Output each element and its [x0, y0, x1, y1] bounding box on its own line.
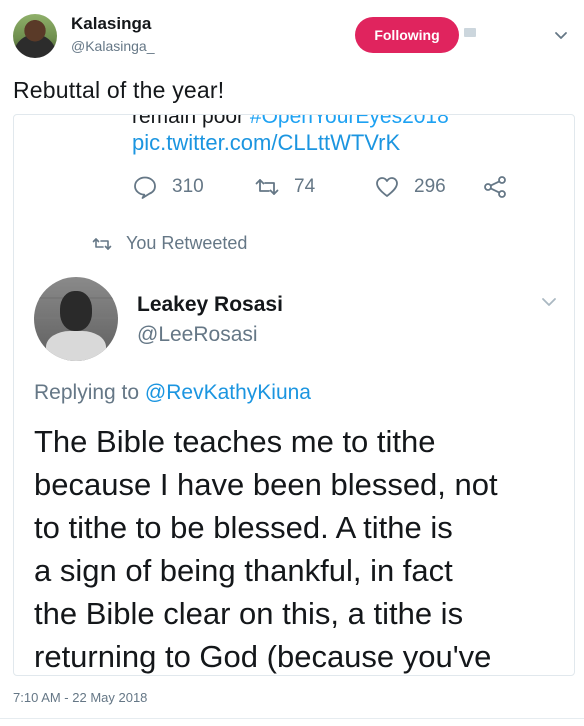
chevron-down-icon[interactable] — [552, 26, 570, 44]
device-icon — [464, 28, 476, 37]
retweet-icon — [255, 179, 279, 195]
retweeted-label: You Retweeted — [126, 233, 248, 253]
quoted-text-line: returning to God (because you've — [34, 639, 492, 674]
cut-off-text-dark: remain poor — [132, 114, 245, 128]
share-action[interactable] — [482, 172, 522, 202]
replying-mention[interactable]: @RevKathyKiuna — [145, 381, 311, 404]
quoted-author-name[interactable]: Leakey Rosasi — [137, 293, 283, 317]
tweet-actions: 310 74 296 — [132, 172, 512, 202]
retweet-action[interactable]: 74 — [254, 172, 315, 202]
reply-count: 310 — [172, 176, 204, 197]
quoted-author-handle[interactable]: @LeeRosasi — [137, 323, 258, 347]
tweet-header: Kalasinga @Kalasinga_ Following — [0, 0, 584, 66]
retweet-count: 74 — [294, 176, 316, 197]
quoted-author-avatar[interactable] — [34, 277, 118, 361]
author-handle[interactable]: @Kalasinga_ — [71, 38, 155, 54]
like-count: 296 — [414, 176, 446, 197]
reply-icon — [134, 176, 156, 199]
quoted-text-line: The Bible teaches me to tithe — [34, 424, 436, 459]
pic-link[interactable]: pic.twitter.com/CLLttWTVrK — [132, 130, 400, 156]
quoted-text-line: a sign of being thankful, in fact — [34, 553, 453, 588]
tweet-text: Rebuttal of the year! — [13, 77, 225, 103]
replying-to: Replying to @RevKathyKiuna — [34, 381, 311, 405]
divider — [0, 718, 584, 719]
retweet-icon — [92, 237, 112, 250]
share-icon — [484, 176, 506, 198]
tweet-timestamp[interactable]: 7:10 AM - 22 May 2018 — [13, 690, 147, 705]
retweeted-indicator: You Retweeted — [92, 233, 247, 254]
quoted-tweet-text: The Bible teaches me to tithe because I … — [34, 420, 564, 675]
cut-off-text: remain poor #OpenYourEyes2018 — [132, 114, 449, 129]
embedded-screenshot: remain poor #OpenYourEyes2018 pic.twitte… — [13, 114, 575, 676]
quoted-text-line: to tithe to be blessed. A tithe is — [34, 510, 453, 545]
author-name[interactable]: Kalasinga — [71, 14, 151, 34]
quoted-text-line: because I have been blessed, not — [34, 467, 498, 502]
author-avatar[interactable] — [13, 14, 57, 58]
cut-off-hashtag: #OpenYourEyes2018 — [244, 114, 449, 128]
chevron-down-icon[interactable] — [538, 291, 560, 313]
replying-prefix: Replying to — [34, 381, 145, 404]
reply-action[interactable]: 310 — [132, 172, 204, 202]
quoted-text-line: the Bible clear on this, a tithe is — [34, 596, 464, 631]
like-action[interactable]: 296 — [374, 172, 446, 202]
following-button[interactable]: Following — [355, 17, 459, 53]
heart-icon — [376, 177, 398, 197]
